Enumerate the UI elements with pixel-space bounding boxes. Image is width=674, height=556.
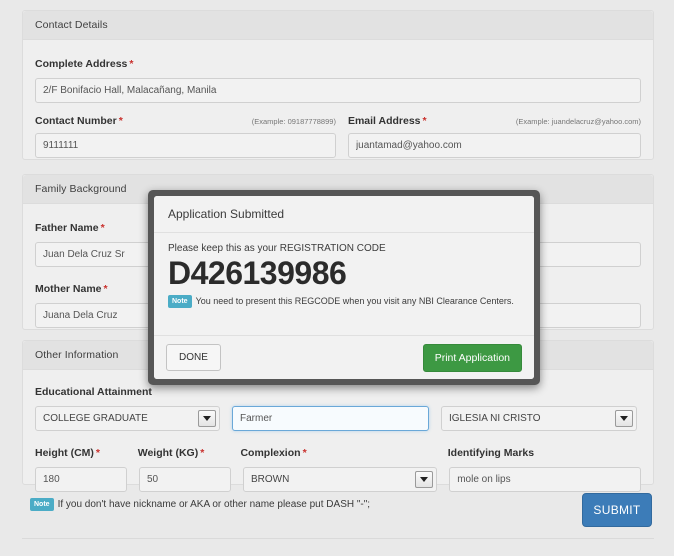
required-marker: * (302, 447, 307, 459)
select-complexion[interactable]: BROWN (243, 467, 438, 492)
registration-code: D426139986 (168, 255, 347, 291)
hint-email-address: (Example: juandelacruz@yahoo.com) (515, 117, 641, 126)
panel-title-other-information: Other Information (35, 349, 119, 361)
label-email-address: Email Address * (348, 115, 427, 127)
required-marker: * (422, 115, 427, 127)
footer-note-text: If you don't have nickname or AKA or oth… (57, 499, 371, 511)
field-group-complete-address: Complete Address * (35, 54, 641, 103)
label-height: Height (CM) * (35, 447, 100, 459)
panel-contact-details: Contact Details Complete Address* Contac… (22, 10, 654, 160)
input-email-address[interactable] (347, 133, 641, 158)
label-identifying-marks-text: Identifying Marks (447, 447, 535, 459)
label-email-address-text: Email Address (347, 115, 421, 127)
chevron-down-icon[interactable] (198, 410, 216, 427)
label-identifying-marks: Identifying Marks (448, 447, 534, 459)
input-height[interactable] (35, 467, 127, 492)
input-weight[interactable] (139, 467, 231, 492)
done-button[interactable]: DONE (166, 344, 221, 371)
required-marker: * (200, 447, 205, 459)
submit-button[interactable]: SUBMIT (582, 493, 652, 527)
label-mother-name-text: Mother Name (35, 283, 102, 295)
row-physical-labels: Height (CM) * Weight (KG) * Complexion * Id… (35, 443, 641, 461)
print-application-button[interactable]: Print Application (422, 343, 522, 372)
label-educational-attainment: Educational Attainment (35, 386, 152, 398)
footer-divider (22, 538, 654, 539)
application-submitted-modal: Application Submitted Please keep this a… (148, 190, 540, 385)
required-marker: * (118, 115, 123, 127)
modal-note: Note You need to present this REGCODE whe… (168, 294, 520, 308)
panel-title-family-background: Family Background (35, 183, 127, 195)
input-complete-address[interactable] (35, 78, 641, 103)
form-footer: Note If you don't have nickname or AKA or… (22, 492, 654, 542)
modal-header: Application Submitted (154, 196, 534, 233)
note-badge-icon: Note (168, 294, 192, 308)
modal-inner: Application Submitted Please keep this a… (154, 196, 534, 379)
chevron-down-icon[interactable] (615, 410, 633, 427)
label-weight: Weight (KG) * (138, 447, 205, 459)
field-group-email-address: Email Address * (Example: juandelacruz@ya… (347, 115, 641, 158)
label-educational-attainment-text: Educational Attainment (35, 386, 152, 398)
select-educational-attainment[interactable]: COLLEGE GRADUATE (35, 406, 220, 431)
modal-title: Application Submitted (168, 207, 285, 221)
panel-title-contact-details: Contact Details (35, 19, 108, 31)
nbi-clearance-application-page: Contact Details Complete Address* Contac… (0, 0, 674, 556)
select-religion-value: IGLESIA NI CRISTO (449, 413, 541, 424)
chevron-down-icon[interactable] (415, 471, 434, 488)
label-contact-number-text: Contact Number (35, 115, 117, 127)
label-father-name: Father Name * (35, 222, 105, 234)
select-educational-attainment-value: COLLEGE GRADUATE (43, 413, 148, 424)
label-complexion: Complexion * (240, 447, 306, 459)
hint-contact-number: (Example: 09187778899) (251, 117, 336, 126)
label-complete-address-text: Complete Address (35, 58, 128, 70)
label-weight-text: Weight (KG) (137, 447, 199, 459)
label-complete-address: Complete Address * (35, 58, 133, 70)
input-contact-number[interactable] (35, 133, 336, 158)
input-identifying-marks[interactable] (449, 467, 641, 492)
panel-body-other-information: Educational Attainment COLLEGE GRADUATE … (23, 370, 653, 504)
modal-subtitle: Please keep this as your REGISTRATION CO… (168, 243, 386, 254)
label-height-text: Height (CM) (35, 447, 94, 459)
label-father-name-text: Father Name (35, 222, 99, 234)
required-marker: * (129, 58, 134, 70)
row-education-occupation-religion: COLLEGE GRADUATE IGLESIA NI CRISTO (35, 406, 641, 431)
field-group-contact-number: Contact Number * (Example: 09187778899) (35, 115, 336, 158)
modal-footer: DONE Print Application (154, 335, 534, 379)
select-religion[interactable]: IGLESIA NI CRISTO (441, 406, 637, 431)
label-mother-name: Mother Name * (35, 283, 108, 295)
note-badge-icon: Note (30, 498, 54, 511)
modal-note-text: You need to present this REGCODE when yo… (195, 295, 514, 306)
panel-header-contact-details: Contact Details (23, 11, 653, 40)
footer-note: Note If you don't have nickname or AKA or… (30, 498, 370, 511)
input-occupation[interactable] (232, 406, 429, 431)
required-marker: * (103, 283, 108, 295)
modal-body: Please keep this as your REGISTRATION CO… (154, 233, 534, 335)
required-marker: * (100, 222, 105, 234)
label-complexion-text: Complexion (240, 447, 301, 459)
row-contact-email: Contact Number* (Example: 09187778899) E… (35, 115, 641, 158)
panel-body-contact-details: Complete Address* Contact Number* (Examp… (23, 40, 653, 170)
select-complexion-value: BROWN (251, 474, 290, 485)
row-physical-fields: BROWN (35, 467, 641, 492)
required-marker: * (95, 447, 100, 459)
label-contact-number: Contact Number * (35, 115, 123, 127)
